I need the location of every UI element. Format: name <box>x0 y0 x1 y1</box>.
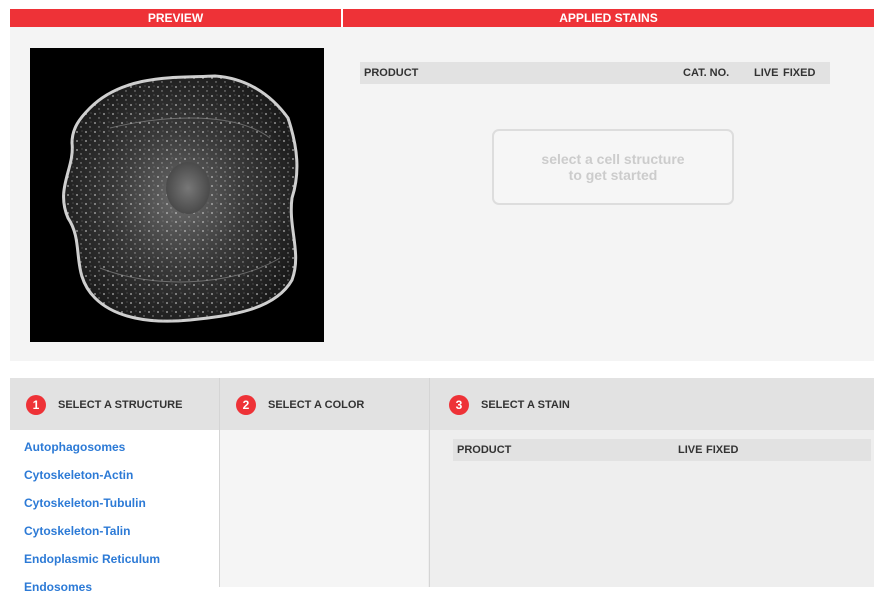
step-label: SELECT A STAIN <box>481 399 570 411</box>
col-live: LIVE <box>754 67 779 79</box>
selection-panel: 1 SELECT A STRUCTURE 2 SELECT A COLOR 3 … <box>10 378 874 594</box>
applied-stains-table-header: PRODUCT CAT. NO. LIVE FIXED <box>360 62 830 84</box>
structure-item[interactable]: Cytoskeleton-Actin <box>24 468 133 482</box>
empty-state-message: select a cell structure to get started <box>492 129 734 205</box>
steps-bar: 1 SELECT A STRUCTURE 2 SELECT A COLOR 3 … <box>10 378 874 430</box>
col-live: LIVE <box>678 444 703 456</box>
step-select-color: 2 SELECT A COLOR <box>236 394 364 416</box>
structure-item[interactable]: Cytoskeleton-Tubulin <box>24 496 146 510</box>
preview-panel: PRODUCT CAT. NO. LIVE FIXED select a cel… <box>10 27 874 361</box>
step-number-badge: 3 <box>449 395 469 415</box>
step-label: SELECT A COLOR <box>268 399 365 411</box>
structure-item[interactable]: Autophagosomes <box>24 440 125 454</box>
structure-item[interactable]: Endoplasmic Reticulum <box>24 552 160 566</box>
col-cat-no: CAT. NO. <box>683 67 730 79</box>
step-number-badge: 1 <box>26 395 46 415</box>
step-label: SELECT A STRUCTURE <box>58 399 183 411</box>
col-fixed: FIXED <box>706 444 739 456</box>
stain-table-header: PRODUCT LIVE FIXED <box>453 439 871 461</box>
structure-list: Autophagosomes Cytoskeleton-Actin Cytosk… <box>10 430 219 594</box>
applied-stains-header: APPLIED STAINS <box>343 9 874 27</box>
column-divider <box>429 378 430 587</box>
cell-preview-image <box>30 48 324 342</box>
step-select-structure: 1 SELECT A STRUCTURE <box>26 394 182 416</box>
structure-item[interactable]: Cytoskeleton-Talin <box>24 524 130 538</box>
color-options-column <box>220 430 428 587</box>
step-select-stain: 3 SELECT A STAIN <box>449 394 570 416</box>
step-number-badge: 2 <box>236 395 256 415</box>
cell-micrograph <box>62 74 299 323</box>
col-product: PRODUCT <box>457 444 512 456</box>
col-product: PRODUCT <box>364 67 419 79</box>
preview-header: PREVIEW <box>10 9 341 27</box>
top-header-bar: PREVIEW APPLIED STAINS <box>10 9 874 27</box>
structure-item[interactable]: Endosomes <box>24 580 92 594</box>
col-fixed: FIXED <box>783 67 816 79</box>
